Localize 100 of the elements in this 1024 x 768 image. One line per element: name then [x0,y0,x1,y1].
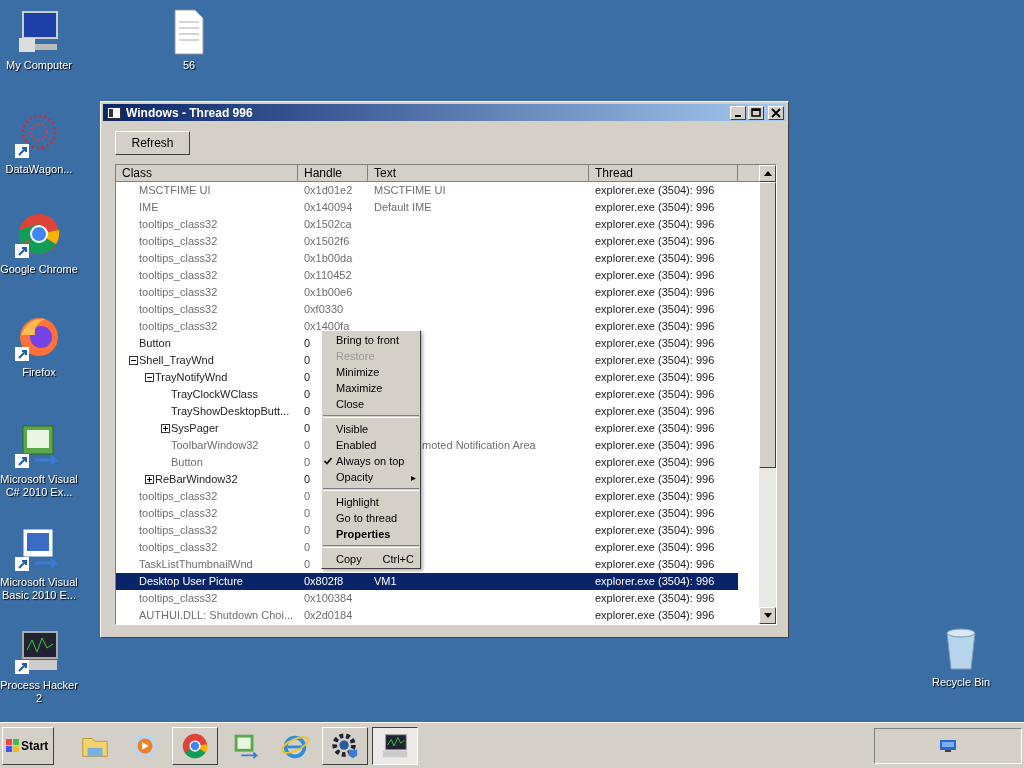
column-header[interactable]: Handle [298,165,368,182]
class-cell-text: tooltips_class32 [139,217,218,232]
thread-cell-text: explorer.exe (3504): 996 [595,591,715,606]
thread-cell-text: explorer.exe (3504): 996 [595,472,715,487]
class-cell-text: TrayNotifyWnd [155,370,228,385]
desktop-icon-label[interactable]: 56 [182,59,196,72]
thread-cell-text: explorer.exe (3504): 996 [595,336,715,351]
handle-cell-text: 0 [304,370,311,385]
class-cell-text: AUTHUI.DLL: Shutdown Choi... [139,608,294,623]
monitor-button[interactable] [372,726,418,765]
class-cell-text: tooltips_class32 [139,251,218,266]
column-header[interactable]: Thread [589,165,738,182]
menu-item[interactable]: Minimize [322,364,420,380]
class-cell-text: TrayClockWClass [171,387,258,402]
handle-cell-text: 0x1502ca [304,217,352,232]
menu-item[interactable]: Opacity ▸ [322,469,420,485]
thread-cell-text: explorer.exe (3504): 996 [595,574,715,589]
refresh-button[interactable]: Refresh [115,131,190,155]
collapse-icon[interactable] [145,373,154,382]
handle-cell-text: 0x140094 [304,200,353,215]
handle-cell-text: 0x1502f6 [304,234,350,249]
text-cell-text: moted Notification Area [422,438,536,453]
handle-cell-text: 0x802f8 [304,574,344,589]
menu-item[interactable]: Always on top [322,453,420,469]
minimize-button[interactable] [730,105,746,120]
scroll-thumb[interactable] [759,182,776,468]
desktop-icon-label[interactable]: Google Chrome [0,263,78,276]
class-cell-text: Shell_TrayWnd [139,353,214,368]
column-header[interactable]: Class [116,165,298,182]
handle-cell-text: 0x1b00da [304,251,353,266]
class-cell-text: TrayShowDesktopButt... [171,404,290,419]
expand-icon[interactable] [161,424,170,433]
menu-item[interactable]: Highlight [322,494,420,510]
handle-cell-text: 0 [304,540,311,555]
handle-cell-text: 0x2d0184 [304,608,353,623]
gear-icon [330,730,360,761]
handle-cell-text: 0 [304,387,311,402]
class-cell-text: tooltips_class32 [139,489,218,504]
selected-row[interactable]: Desktop User Picture 0x802f8 VM1 explorer.exe (3504): 996 [116,573,738,590]
desktop-icon-label[interactable]: Microsoft Visual C# 2010 Ex... [0,473,78,499]
collapse-icon[interactable] [129,356,138,365]
thread-cell-text: explorer.exe (3504): 996 [595,268,715,283]
menu-item[interactable]: Maximize [322,380,420,396]
menu-item[interactable]: Copy Ctrl+C [322,551,420,567]
desktop-icon-label[interactable]: Recycle Bin [931,676,991,689]
maximize-icon [751,107,761,118]
checkmark-icon [324,457,332,465]
close-button[interactable] [768,105,784,120]
desktop-icon-label[interactable]: Microsoft Visual Basic 2010 E... [0,576,78,602]
menu-item[interactable]: Bring to front [322,332,420,348]
expand-icon[interactable] [145,475,154,484]
menu-item[interactable]: Enabled [322,437,420,453]
thread-cell-text: explorer.exe (3504): 996 [595,608,715,623]
vertical-scrollbar[interactable] [759,165,776,624]
handle-cell-text: 0 [304,404,311,419]
desktop-icon-label[interactable]: My Computer [6,59,72,72]
desktop-icon-label[interactable]: Process Hacker 2 [0,679,78,705]
chrome-button[interactable] [172,726,218,765]
text-cell-text: Default IME [374,200,432,215]
handle-cell-text: 0 [304,438,311,453]
handle-cell-text: 0x1b00e6 [304,285,353,300]
menu-item[interactable]: Go to thread [322,510,420,526]
thread-cell-text: explorer.exe (3504): 996 [595,404,715,419]
class-cell-text: MSCTFIME UI [139,183,211,198]
window-title: Windows - Thread 996 [126,105,254,120]
maximize-button[interactable] [748,105,764,120]
handle-cell-text: 0 [304,421,311,436]
close-icon [771,107,781,118]
thread-cell-text: explorer.exe (3504): 996 [595,217,715,232]
thread-cell-text: explorer.exe (3504): 996 [595,523,715,538]
menu-item[interactable]: Properties [322,526,420,542]
monitor-icon[interactable] [940,739,956,752]
scroll-down-button[interactable] [759,607,776,624]
thread-cell-text: explorer.exe (3504): 996 [595,421,715,436]
menu-item[interactable]: Visible [322,421,420,437]
class-cell-text: ToolbarWindow32 [171,438,259,453]
scroll-up-button[interactable] [759,165,776,182]
class-cell-text: TaskListThumbnailWnd [139,557,253,572]
thread-cell-text: explorer.exe (3504): 996 [595,438,715,453]
windows-logo-icon [6,739,19,752]
thread-cell-text: explorer.exe (3504): 996 [595,455,715,470]
up-arrow-icon [763,171,772,176]
handle-cell-text: 0 [304,489,311,504]
window-app-icon [107,106,121,119]
text-cell-text: VM1 [374,574,397,589]
desktop-icon-label[interactable]: Firefox [22,366,56,379]
class-cell-text: tooltips_class32 [139,285,218,300]
class-cell-text: SysPager [171,421,219,436]
start-button[interactable]: Start [2,726,54,765]
class-cell-text: tooltips_class32 [139,234,218,249]
text-cell-text: MSCTFIME UI [374,183,446,198]
handle-cell-text: 0x1d01e2 [304,183,353,198]
desktop-icon-label[interactable]: DataWagon... [5,163,73,176]
thread-cell-text: explorer.exe (3504): 996 [595,387,715,402]
class-cell-text: tooltips_class32 [139,506,218,521]
handle-cell-text: 0x100384 [304,591,353,606]
column-header[interactable]: Text [368,165,589,182]
menu-item[interactable]: Close [322,396,420,412]
thread-cell-text: explorer.exe (3504): 996 [595,557,715,572]
gear-button[interactable] [322,726,368,765]
